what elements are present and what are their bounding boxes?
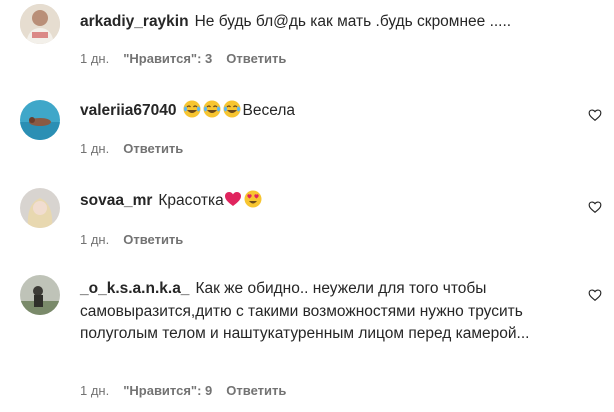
- comment-item: _o_k.s.a.n.k.a_ Как же обидно.. неужели д…: [0, 268, 614, 412]
- comment-time[interactable]: 1 дн.: [80, 51, 109, 66]
- comment-meta: 1 дн. "Нравится": 9 Ответить: [80, 383, 300, 398]
- comment-username[interactable]: valeriia67040: [80, 102, 177, 119]
- comment-meta: 1 дн. Ответить: [80, 232, 197, 247]
- comment-username[interactable]: arkadiy_raykin: [80, 13, 189, 30]
- reply-button[interactable]: Ответить: [123, 141, 183, 156]
- reply-button[interactable]: Ответить: [226, 51, 286, 66]
- laughing-tears-emoji: [183, 100, 203, 119]
- comment-text-block: valeriia67040 Весела: [80, 100, 550, 121]
- likes-count[interactable]: "Нравится": 3: [123, 51, 212, 66]
- comment-item: arkadiy_raykin Не будь бл@дь как мать .бу…: [0, 0, 614, 90]
- comment-item: valeriia67040 Весела 1 дн. Ответить: [0, 90, 614, 180]
- comment-time[interactable]: 1 дн.: [80, 141, 109, 156]
- reply-button[interactable]: Ответить: [123, 232, 183, 247]
- heart-icon[interactable]: [588, 288, 602, 302]
- laughing-tears-emoji: [223, 100, 243, 119]
- heart-icon[interactable]: [588, 200, 602, 214]
- comment-time[interactable]: 1 дн.: [80, 383, 109, 398]
- heart-icon[interactable]: [588, 108, 602, 122]
- comment-text-block: arkadiy_raykin Не будь бл@дь как мать .бу…: [80, 12, 550, 32]
- avatar[interactable]: [20, 275, 60, 315]
- comment-time[interactable]: 1 дн.: [80, 232, 109, 247]
- avatar[interactable]: [20, 188, 60, 228]
- heart-eyes-emoji: [244, 190, 264, 209]
- comment-text: Красотка: [158, 192, 224, 209]
- comment-item: sovaa_mr Красотка 1 дн. Ответить: [0, 180, 614, 268]
- likes-count[interactable]: "Нравится": 9: [123, 383, 212, 398]
- reply-button[interactable]: Ответить: [226, 383, 286, 398]
- comment-text-block: _o_k.s.a.n.k.a_ Как же обидно.. неужели д…: [80, 278, 550, 346]
- comment-text-block: sovaa_mr Красотка: [80, 190, 550, 211]
- comment-meta: 1 дн. Ответить: [80, 141, 197, 156]
- avatar[interactable]: [20, 4, 60, 44]
- comment-meta: 1 дн. "Нравится": 3 Ответить: [80, 51, 300, 66]
- avatar[interactable]: [20, 100, 60, 140]
- comment-text: Не будь бл@дь как мать .будь скромнее ..…: [194, 13, 512, 30]
- red-heart-emoji: [224, 192, 244, 209]
- comment-username[interactable]: sovaa_mr: [80, 192, 152, 209]
- laughing-tears-emoji: [203, 100, 223, 119]
- comment-username[interactable]: _o_k.s.a.n.k.a_: [80, 280, 189, 297]
- comment-text: Весела: [242, 102, 296, 119]
